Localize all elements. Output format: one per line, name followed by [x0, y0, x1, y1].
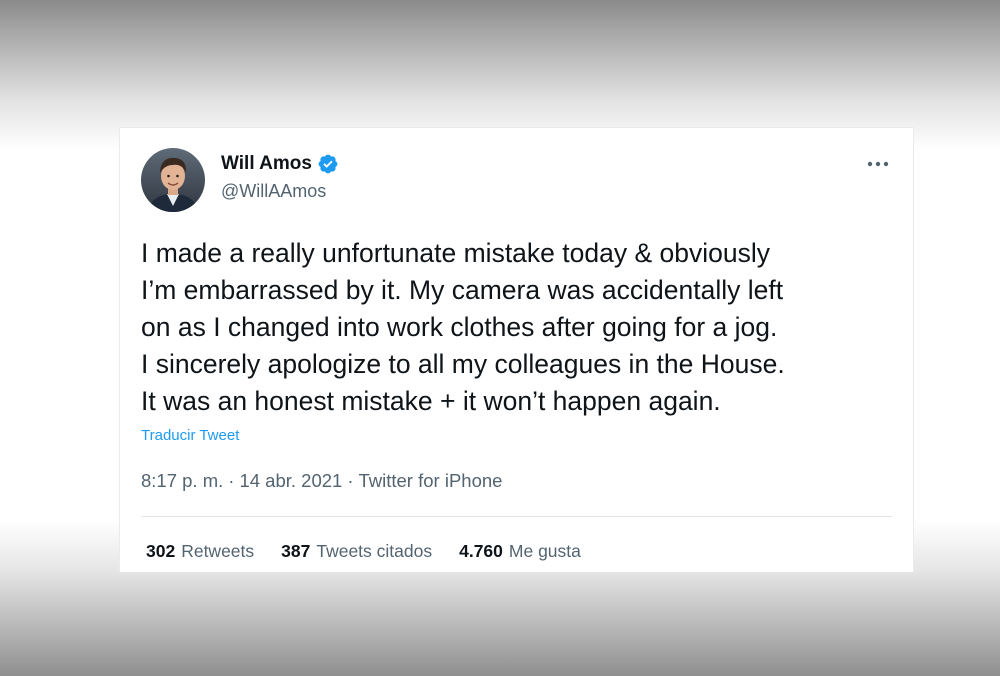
more-horizontal-icon[interactable] — [865, 154, 891, 174]
translate-tweet-link[interactable]: Traducir Tweet — [141, 427, 239, 444]
author-display-name[interactable]: Will Amos — [221, 153, 312, 175]
tweet-metadata: 8:17 p. m. · 14 abr. 2021 · Twitter for … — [141, 470, 502, 492]
meta-separator: · — [347, 470, 354, 491]
author-handle[interactable]: @WillAAmos — [221, 181, 326, 202]
divider — [141, 516, 892, 517]
retweets-stat[interactable]: 302 Retweets — [146, 541, 254, 562]
tweet-date[interactable]: 14 abr. 2021 — [239, 470, 342, 492]
tweet-text: I made a really unfortunate mistake toda… — [141, 238, 785, 416]
tweet-source[interactable]: Twitter for iPhone — [358, 470, 502, 492]
likes-stat[interactable]: 4.760 Me gusta — [459, 541, 581, 562]
tweet-stats: 302 Retweets 387 Tweets citados 4.760 Me… — [146, 541, 581, 562]
stat-label: Tweets citados — [316, 541, 433, 561]
verified-badge-icon — [317, 153, 339, 175]
avatar[interactable] — [141, 148, 205, 212]
stat-count: 4.760 — [459, 541, 503, 561]
stat-count: 302 — [146, 541, 176, 561]
meta-separator: · — [228, 470, 235, 491]
author-name-row: Will Amos — [221, 153, 339, 175]
stat-count: 387 — [281, 541, 311, 561]
stat-label: Me gusta — [508, 541, 581, 561]
tweet-card: Will Amos @WillAAmos I made a really unf… — [119, 127, 914, 572]
stat-label: Retweets — [181, 541, 255, 561]
tweet-time[interactable]: 8:17 p. m. — [141, 470, 223, 492]
quote-tweets-stat[interactable]: 387 Tweets citados — [281, 541, 432, 562]
